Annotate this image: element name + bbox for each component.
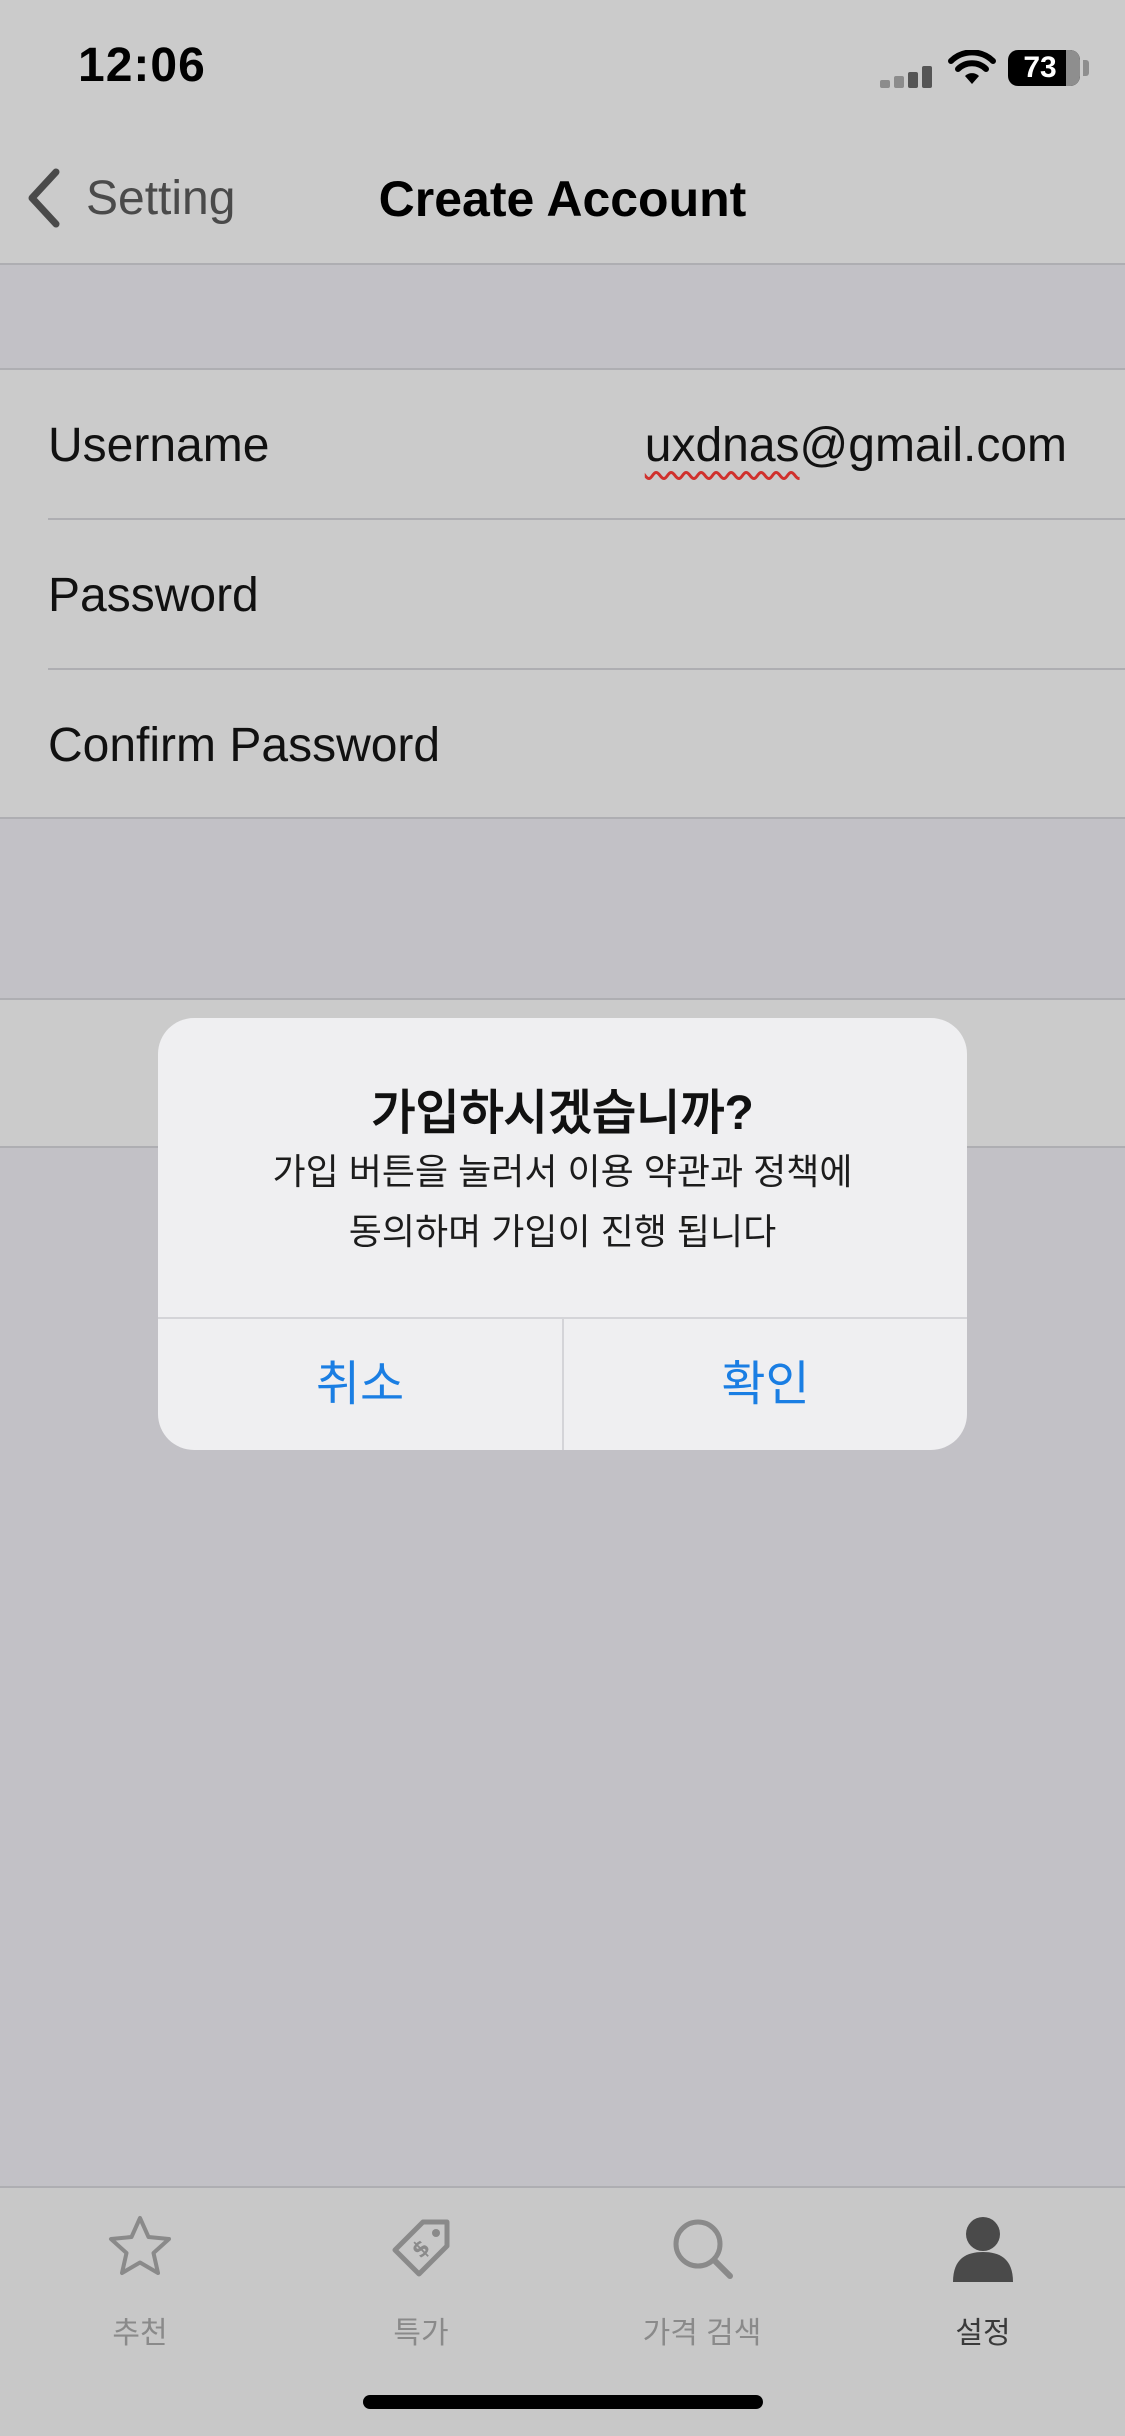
battery-tip bbox=[1083, 60, 1089, 76]
status-bar: 12:06 73 bbox=[0, 0, 1125, 140]
username-value-domain: @gmail.com bbox=[799, 419, 1067, 472]
signup-alert-dialog: 가입하시겠습니까? 가입 버튼을 눌러서 이용 약관과 정책에 동의하며 가입이… bbox=[158, 1018, 967, 1450]
search-icon bbox=[673, 2219, 733, 2279]
alert-message-line: 동의하며 가입이 진행 됩니다 bbox=[348, 1211, 777, 1252]
battery-level: 73 bbox=[1023, 51, 1057, 84]
battery-icon: 73 bbox=[1008, 50, 1080, 86]
cancel-button[interactable]: 취소 bbox=[158, 1319, 562, 1450]
cellular-signal-icon bbox=[880, 66, 934, 88]
navigation-bar: Setting Create Account bbox=[0, 140, 1125, 265]
account-form: Username uxdnas@gmail.com Password Confi… bbox=[0, 368, 1125, 819]
wifi-icon bbox=[948, 50, 996, 84]
screen: 12:06 73 Setting Create Account Username… bbox=[0, 0, 1125, 2436]
alert-message-line: 가입 버튼을 눌러서 이용 약관과 정책에 bbox=[272, 1151, 853, 1192]
alert-message: 가입 버튼을 눌러서 이용 약관과 정책에 동의하며 가입이 진행 됩니다 bbox=[198, 1142, 927, 1262]
tab-label: 가격 검색 bbox=[642, 2317, 762, 2350]
tab-deals[interactable]: $ 특가 bbox=[321, 2208, 521, 2358]
username-field[interactable]: uxdnas@gmail.com bbox=[645, 418, 1067, 473]
star-icon bbox=[109, 2216, 171, 2275]
alert-title: 가입하시겠습니까? bbox=[371, 1087, 754, 1140]
status-time: 12:06 bbox=[78, 39, 206, 92]
confirm-password-label: Confirm Password bbox=[48, 719, 441, 772]
tab-recommend[interactable]: 추천 bbox=[40, 2208, 240, 2358]
username-row[interactable]: Username uxdnas@gmail.com bbox=[0, 370, 1125, 520]
tab-label: 추천 bbox=[112, 2317, 168, 2350]
confirm-password-row[interactable]: Confirm Password bbox=[0, 670, 1125, 820]
page-title: Create Account bbox=[378, 171, 747, 227]
price-tag-icon: $ bbox=[392, 2219, 450, 2277]
tab-label: 특가 bbox=[393, 2317, 449, 2350]
confirm-button[interactable]: 확인 bbox=[564, 1319, 967, 1450]
username-value-part: uxdnas bbox=[644, 419, 800, 472]
username-label: Username bbox=[48, 419, 270, 472]
person-icon bbox=[953, 2217, 1013, 2282]
tab-price-search[interactable]: 가격 검색 bbox=[602, 2208, 802, 2358]
tab-label: 설정 bbox=[955, 2317, 1011, 2350]
password-row[interactable]: Password bbox=[0, 520, 1125, 670]
password-label: Password bbox=[48, 569, 259, 622]
home-indicator[interactable] bbox=[363, 2395, 763, 2409]
tab-settings[interactable]: 설정 bbox=[883, 2208, 1083, 2358]
